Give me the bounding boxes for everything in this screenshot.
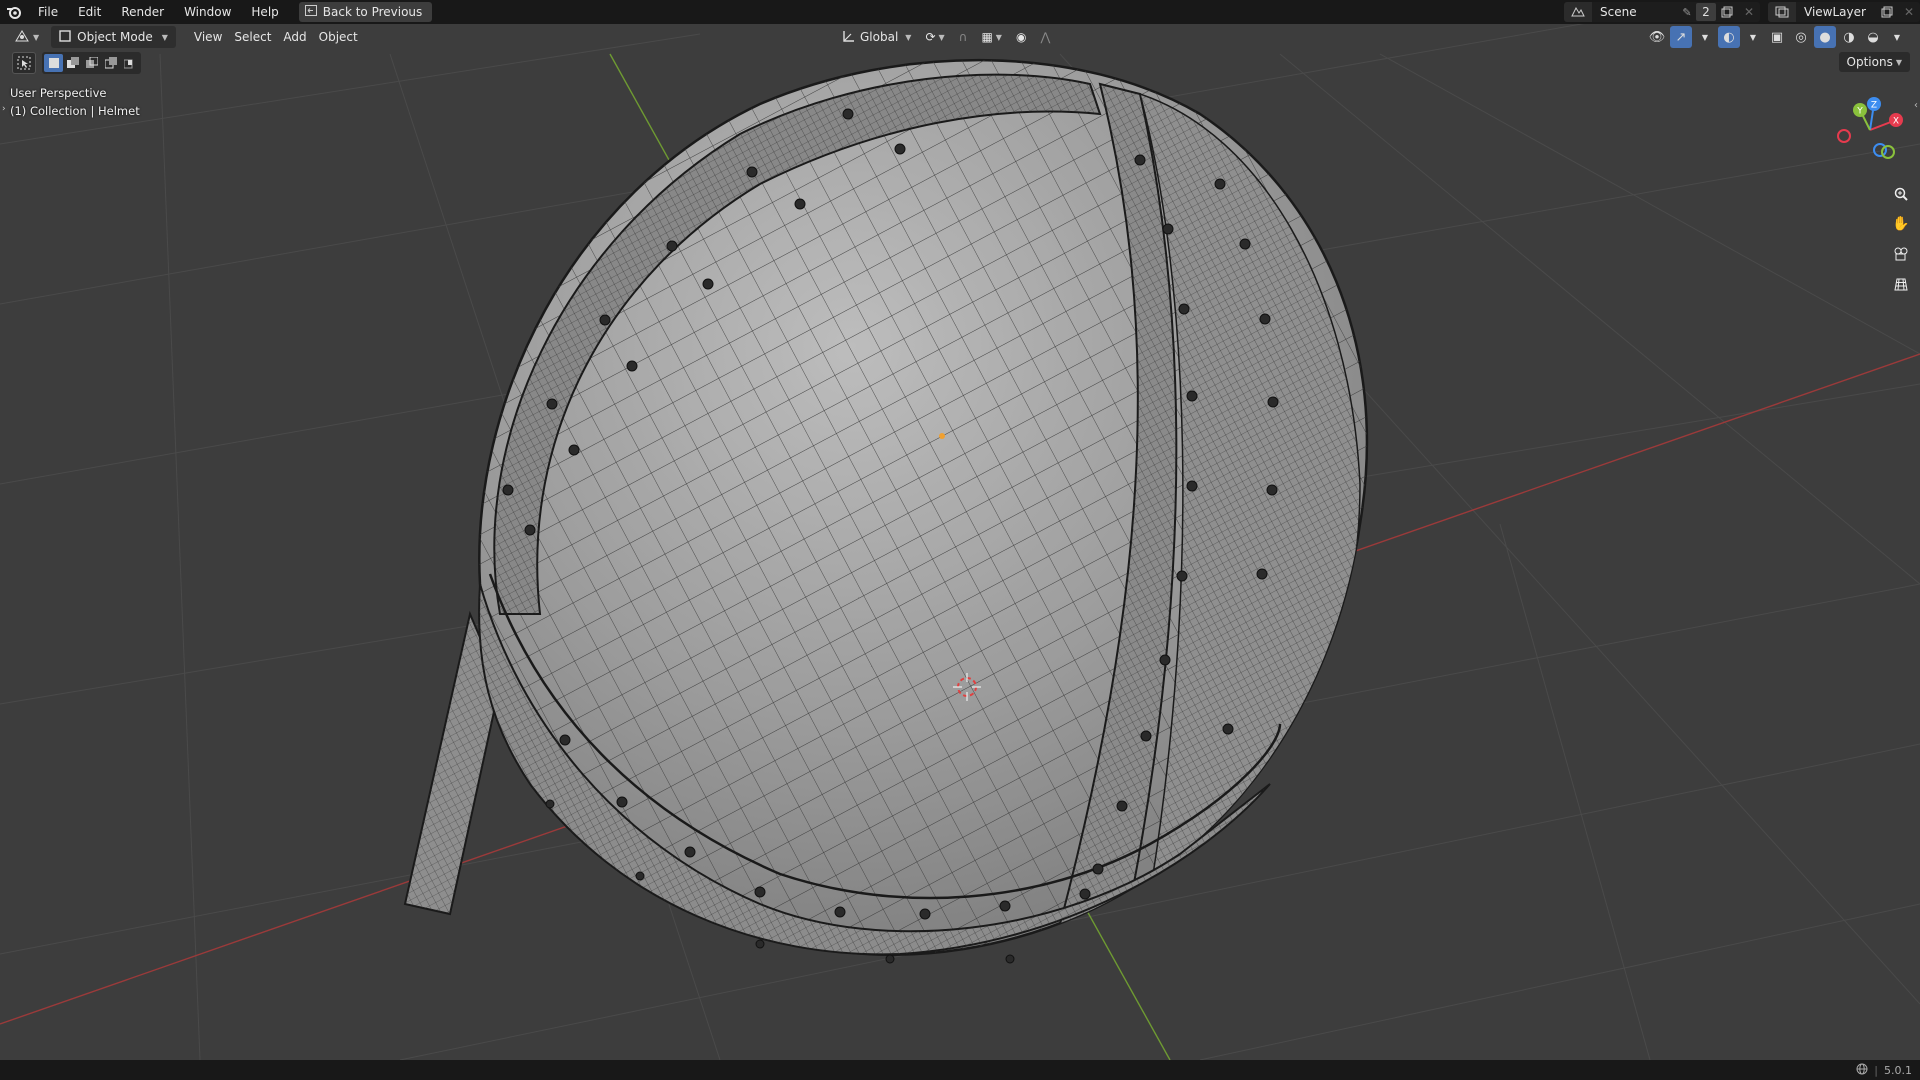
viewport-header: ▼ Object Mode ▼ View Select Add Object G… (0, 24, 1920, 50)
gizmo-toggle-icon[interactable]: ↗ (1670, 26, 1692, 48)
scene-selector[interactable]: Scene ✎ 2 ✕ (1564, 2, 1760, 22)
chevron-down-icon[interactable]: ▼ (1742, 26, 1764, 48)
zoom-icon[interactable] (1888, 181, 1914, 207)
orientation-icon (842, 29, 856, 46)
extend-selection-icon[interactable] (63, 54, 82, 72)
menu-render[interactable]: Render (111, 0, 174, 24)
pivot-point-dropdown[interactable]: ⟳ ▼ (919, 26, 950, 48)
falloff-icon: ⋀ (1040, 30, 1051, 44)
back-to-previous-button[interactable]: Back to Previous (298, 2, 433, 22)
menu-view[interactable]: View (188, 26, 228, 48)
options-dropdown[interactable]: Options ▼ (1838, 52, 1910, 72)
menu-window[interactable]: Window (174, 0, 241, 24)
proportional-edit-toggle[interactable]: ◉ (1010, 26, 1032, 48)
orientation-label: Global (860, 30, 899, 44)
menu-select[interactable]: Select (228, 26, 277, 48)
solid-shading-icon[interactable]: ● (1814, 26, 1836, 48)
perspective-toggle-icon[interactable] (1888, 271, 1914, 297)
transform-orientation-dropdown[interactable]: Global ▼ (836, 26, 917, 48)
camera-view-icon[interactable] (1888, 241, 1914, 267)
view-layer-icon (1768, 2, 1796, 22)
object-origin (939, 433, 945, 439)
view-perspective-label: User Perspective (10, 86, 107, 100)
scene-icon (1564, 2, 1592, 22)
collection-object-label: (1) Collection | Helmet (10, 104, 140, 118)
chevron-down-icon: ▼ (161, 32, 168, 42)
delete-view-layer-icon[interactable]: ✕ (1898, 2, 1920, 22)
view-layer-selector[interactable]: ViewLayer ✕ (1768, 2, 1920, 22)
intersect-selection-icon[interactable] (120, 54, 139, 72)
menu-help[interactable]: Help (241, 0, 288, 24)
navigation-gizmo[interactable]: X Z Y (1830, 90, 1910, 170)
gizmo-x-label: X (1893, 117, 1899, 127)
menu-file[interactable]: File (28, 0, 68, 24)
menu-edit[interactable]: Edit (68, 0, 111, 24)
set-new-selection-icon[interactable] (44, 54, 63, 72)
sidebar-toggle-icon[interactable]: ‹ (1914, 100, 1918, 111)
3d-viewport[interactable]: ▼ Object Mode ▼ View Select Add Object G… (0, 24, 1920, 1060)
material-preview-icon[interactable]: ◑ (1838, 26, 1860, 48)
subtract-selection-icon[interactable] (82, 54, 101, 72)
status-bar: | 5.0.1 (0, 1060, 1920, 1080)
scene-name[interactable]: Scene (1592, 5, 1678, 19)
menu-object[interactable]: Object (313, 26, 364, 48)
select-box-tool-icon[interactable] (12, 52, 36, 74)
visibility-eye-icon[interactable]: 👁 (1646, 26, 1668, 48)
pan-hand-icon[interactable]: ✋ (1888, 211, 1914, 237)
chevron-down-icon[interactable]: ▼ (1694, 26, 1716, 48)
blender-logo-icon[interactable] (0, 0, 28, 24)
new-view-layer-icon[interactable] (1876, 2, 1898, 22)
snap-toggle[interactable]: ∩ (953, 26, 974, 48)
menu-add[interactable]: Add (277, 26, 312, 48)
status-separator: | (1874, 1063, 1878, 1077)
chevron-right-icon[interactable]: › (2, 104, 6, 114)
delete-scene-icon[interactable]: ✕ (1738, 2, 1760, 22)
overlays-toggle-icon[interactable]: ◐ (1718, 26, 1740, 48)
chevron-down-icon: ▼ (995, 32, 1002, 42)
invert-selection-icon[interactable] (101, 54, 120, 72)
options-label: Options (1846, 55, 1893, 69)
blender-version: 5.0.1 (1884, 1063, 1912, 1077)
falloff-dropdown[interactable]: ⋀ (1034, 26, 1056, 48)
back-icon (304, 5, 317, 19)
rendered-shading-icon[interactable]: ◒ (1862, 26, 1884, 48)
top-bar: File Edit Render Window Help Back to Pre… (0, 0, 1920, 24)
chevron-down-icon: ▼ (33, 32, 40, 42)
object-mode-label: Object Mode (77, 30, 153, 44)
xray-toggle-icon[interactable]: ▣ (1766, 26, 1788, 48)
back-to-previous-label: Back to Previous (322, 5, 423, 19)
pivot-icon: ⟳ (925, 30, 936, 44)
chevron-down-icon[interactable]: ▼ (1886, 26, 1908, 48)
pin-icon[interactable]: ✎ (1678, 6, 1696, 19)
object-mode-icon (59, 29, 71, 45)
magnet-icon: ∩ (958, 30, 968, 44)
chevron-down-icon: ▼ (1895, 57, 1902, 67)
tool-settings-row (12, 52, 141, 74)
selection-mode-group (42, 52, 141, 74)
wireframe-shading-icon[interactable]: ◎ (1790, 26, 1812, 48)
editor-type-icon (14, 29, 30, 46)
gizmo-z-label: Z (1871, 101, 1877, 111)
object-mode-dropdown[interactable]: Object Mode ▼ (51, 26, 176, 48)
new-scene-icon[interactable] (1716, 2, 1738, 22)
snap-grid-icon: ▦ (981, 30, 993, 44)
chevron-down-icon: ▼ (938, 32, 945, 42)
gizmo-y-label: Y (1856, 107, 1863, 117)
snap-target-dropdown[interactable]: ▦ ▼ (975, 26, 1008, 48)
view-layer-name[interactable]: ViewLayer (1796, 5, 1876, 19)
proportional-edit-icon: ◉ (1015, 30, 1027, 44)
viewport-scene (0, 24, 1920, 1060)
editor-type-button[interactable]: ▼ (8, 26, 45, 48)
helmet-shell (478, 59, 1369, 964)
chevron-down-icon: ▼ (905, 32, 912, 42)
network-globe-icon (1856, 1063, 1868, 1078)
scene-user-count: 2 (1696, 3, 1716, 21)
